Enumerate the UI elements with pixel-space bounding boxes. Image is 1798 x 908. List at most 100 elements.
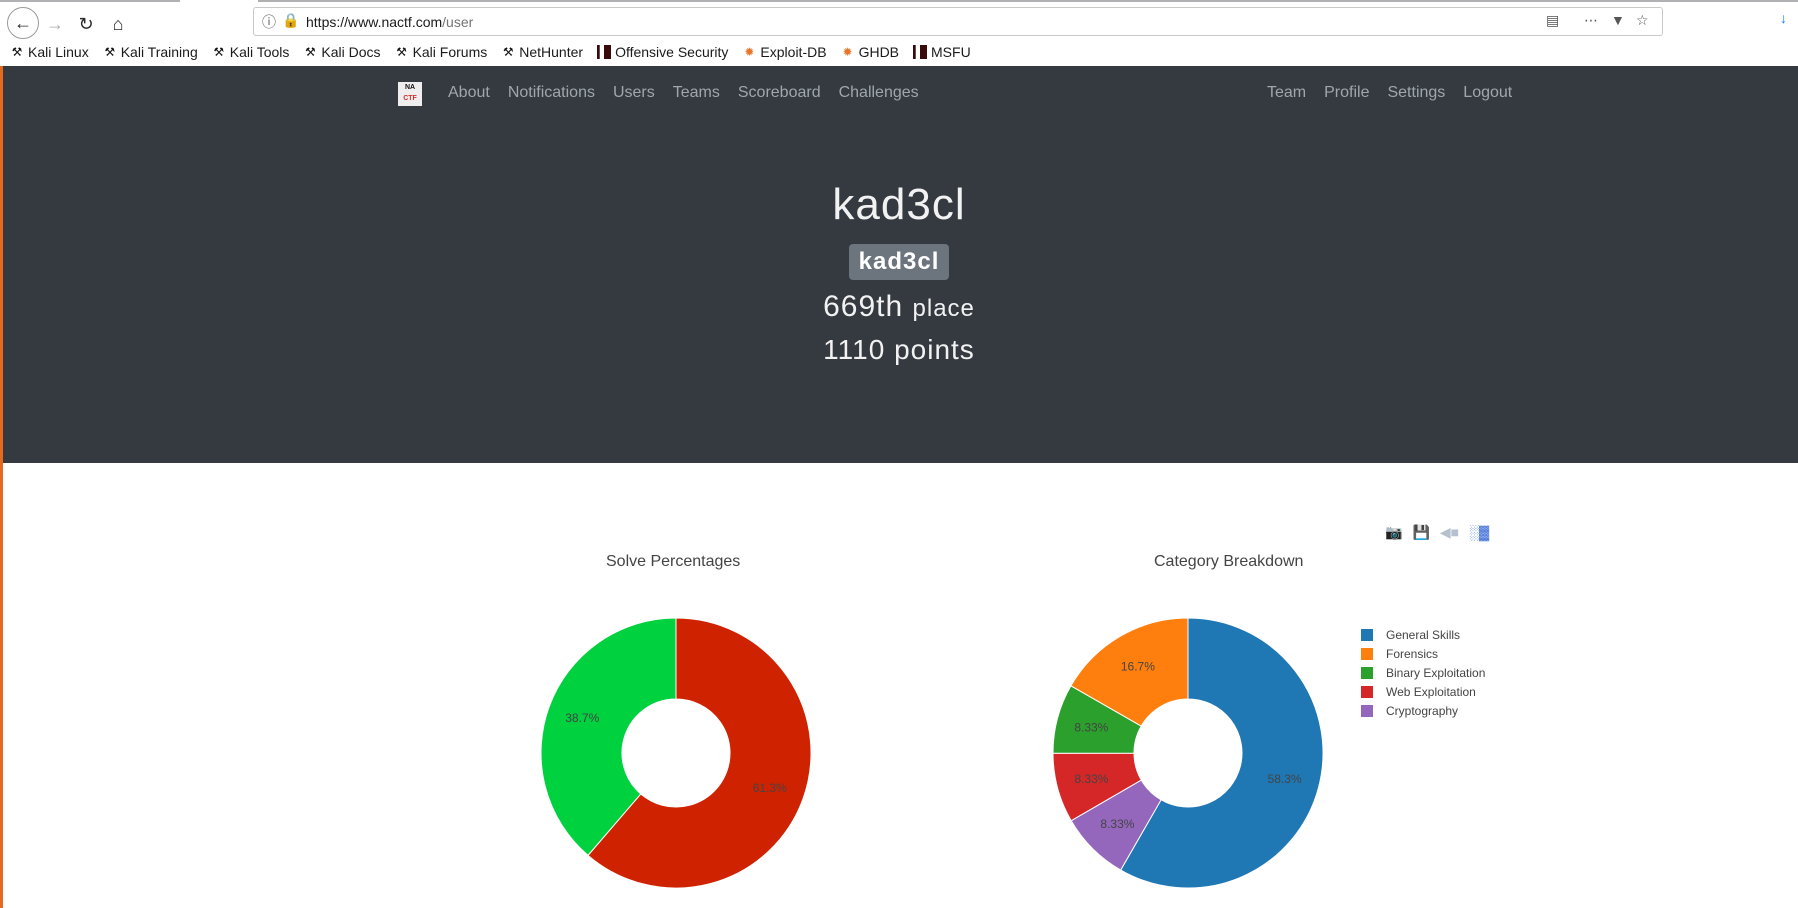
points-value: 1110 [823,334,886,365]
pie-slice-solves[interactable] [540,617,677,857]
reload-icon: ↻ [78,13,94,34]
legend-item[interactable]: General Skills [1361,625,1485,644]
pie-slice-cryptography[interactable] [1070,779,1162,871]
url-bar[interactable]: ⓘ 🔒 https://www.nactf.com/user ▤ ⋯ ▼ ☆ [253,7,1663,36]
legend-swatch [1361,685,1373,698]
pie-slice-forensics[interactable] [1070,617,1189,727]
nav-link-challenges[interactable]: Challenges [839,84,919,102]
bookmark-star-icon[interactable]: ☆ [1636,12,1649,29]
camera-icon[interactable]: 📷 [1385,524,1402,541]
nav-link-scoreboard[interactable]: Scoreboard [738,84,821,102]
legend-item[interactable]: Cryptography [1361,701,1485,720]
reader-view-icon[interactable]: ▤ [1546,12,1559,29]
category-chart-title: Category Breakdown [1154,553,1304,570]
legend-label: Forensics [1386,646,1439,661]
url-path: /user [442,14,474,30]
slice-label: 58.3% [1268,772,1302,786]
legend-item[interactable]: Web Exploitation [1361,682,1485,701]
points-line: 1110 points [0,334,1798,366]
info-icon[interactable]: ⓘ [262,12,276,32]
nav-link-profile[interactable]: Profile [1324,84,1369,102]
legend-label: Web Exploitation [1386,684,1476,699]
bookmark-label: Kali Forums [412,44,488,60]
offsec-icon: ▌ [597,45,612,59]
slice-label: 38.7% [565,711,599,725]
tag-icon[interactable]: ◀■ [1440,524,1459,541]
team-badge[interactable]: kad3cl [848,244,950,280]
offsec-icon: ▌ [913,45,928,59]
profile-summary: kad3cl kad3cl 669th place 1110 points [0,180,1798,366]
back-arrow-icon: ← [14,12,32,33]
bookmark-item[interactable]: ⚒ Kali Linux [10,42,89,62]
forward-button[interactable]: → [41,10,69,38]
pie-slice-fails[interactable] [587,617,812,889]
kali-dragon-icon: ⚒ [305,45,316,59]
bookmark-label: MSFU [931,44,971,60]
bookmark-item[interactable]: ⚒ Kali Tools [212,42,289,62]
legend-item[interactable]: Forensics [1361,644,1485,663]
pie-slice-general-skills[interactable] [1120,617,1324,889]
slice-label: 16.7% [1121,659,1155,673]
save-icon[interactable]: 💾 [1412,524,1429,541]
slice-label: 8.33% [1100,817,1134,831]
bookmark-item[interactable]: ⚒ Kali Docs [303,42,381,62]
nav-right: Team Profile Settings Logout [1267,84,1512,102]
bar-chart-icon[interactable]: ░▓ [1469,524,1489,541]
nactf-logo[interactable]: NA CTF [398,82,422,106]
url-text[interactable]: https://www.nactf.com/user [306,14,473,30]
solve-chart-title: Solve Percentages [606,553,741,570]
points-word: points [894,334,975,365]
forward-arrow-icon: → [46,13,64,34]
logo-text-ctf: CTF [403,95,417,102]
bookmark-item[interactable]: ▌ MSFU [913,42,971,62]
nav-link-notifications[interactable]: Notifications [508,84,595,102]
nav-link-team[interactable]: Team [1267,84,1306,102]
bookmark-label: GHDB [858,44,900,60]
bookmark-item[interactable]: ✹ Exploit-DB [742,42,826,62]
place-value: 669th [823,290,904,323]
bookmark-item[interactable]: ✹ GHDB [841,42,899,62]
legend-item[interactable]: Binary Exploitation [1361,663,1485,682]
home-icon: ⌂ [112,13,124,34]
slice-label: 61.3% [753,781,787,795]
legend-swatch [1361,704,1373,717]
nav-link-logout[interactable]: Logout [1463,84,1512,102]
browser-chrome: ← → ↻ ⌂ ⓘ 🔒 https://www.nactf.com/user ▤… [0,0,1798,66]
bookmark-label: Kali Linux [28,44,89,60]
bookmark-item[interactable]: ⚒ Kali Training [103,42,198,62]
place-word: place [912,295,975,322]
tab-strip-line [258,0,1798,2]
home-button[interactable]: ⌂ [104,10,132,38]
nav-link-teams[interactable]: Teams [673,84,720,102]
nav-link-settings[interactable]: Settings [1387,84,1445,102]
page-actions-icon[interactable]: ⋯ [1584,12,1598,29]
rank-line: 669th place [0,290,1798,324]
kali-dragon-icon: ⚒ [213,45,225,59]
kali-dragon-icon: ⚒ [396,45,407,59]
reload-button[interactable]: ↻ [72,10,100,38]
slice-label: 8.33% [1074,720,1108,734]
download-icon[interactable]: ↓ [1780,10,1787,26]
username-title: kad3cl [832,180,966,229]
pie-slice-binary-exploitation[interactable] [1052,685,1142,754]
bookmark-item[interactable]: ⚒ Kali Forums [395,42,488,62]
legend-label: Binary Exploitation [1386,665,1486,680]
kali-dragon-icon: ⚒ [104,45,116,59]
bookmark-label: Offensive Security [615,44,729,60]
nav-link-about[interactable]: About [448,84,490,102]
nav-left: About Notifications Users Teams Scoreboard Ch… [448,84,919,102]
pocket-icon[interactable]: ▼ [1611,12,1625,28]
back-button[interactable]: ← [7,7,39,39]
bookmark-item[interactable]: ▌ Offensive Security [597,42,728,62]
category-legend: General Skills Forensics Binary Exploitati… [1361,625,1485,720]
lock-icon[interactable]: 🔒 [282,12,299,29]
pie-slice-web-exploitation[interactable] [1052,752,1142,822]
legend-swatch [1361,647,1373,660]
kali-dragon-icon: ⚒ [11,45,23,59]
bookmark-label: Kali Training [120,44,198,60]
logo-text-na: NA [404,84,416,91]
exploitdb-icon: ✹ [842,45,853,59]
bookmark-item[interactable]: ⚒ NetHunter [501,42,583,62]
nav-link-users[interactable]: Users [613,84,655,102]
legend-label: Cryptography [1386,703,1459,718]
